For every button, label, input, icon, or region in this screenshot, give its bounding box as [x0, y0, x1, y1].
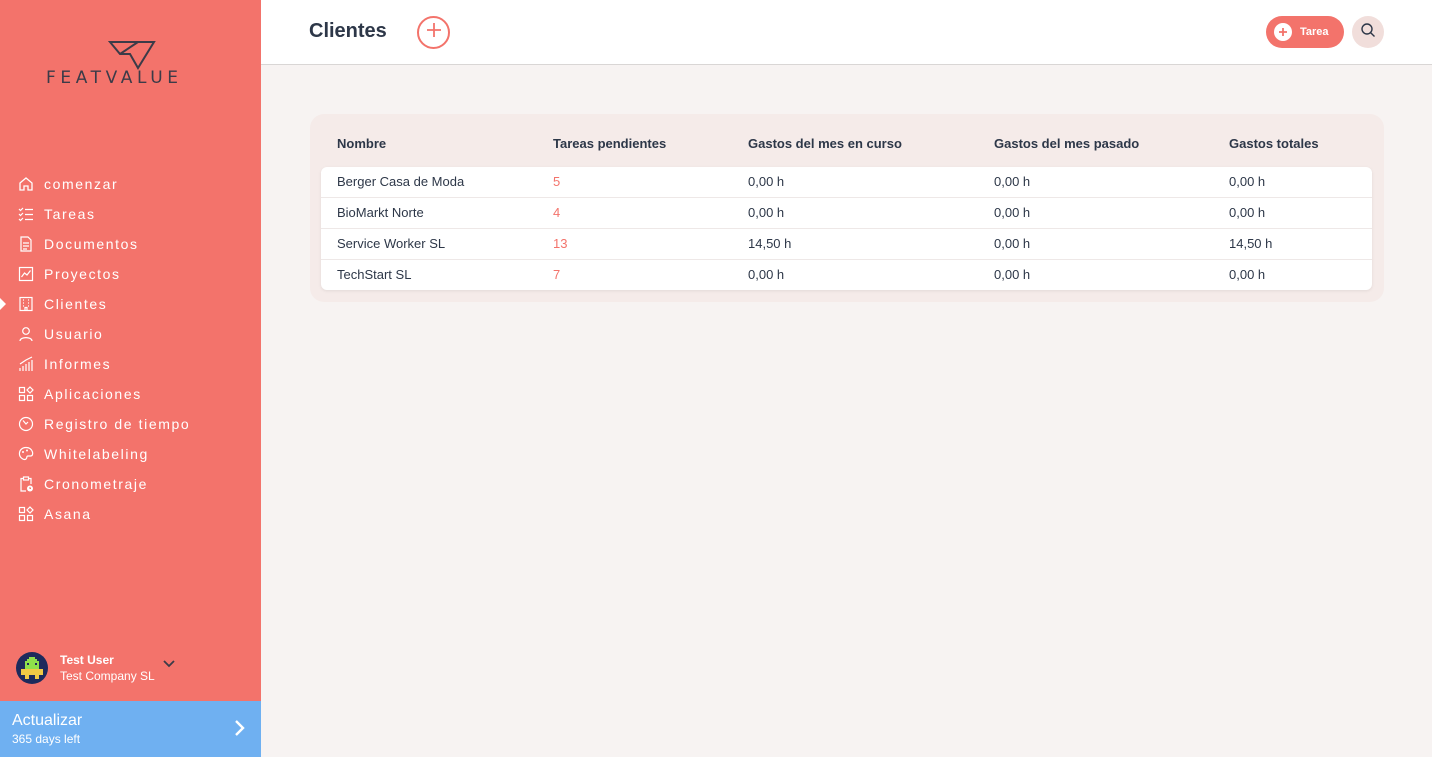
sidebar-item-clientes[interactable]: Clientes: [0, 289, 261, 319]
reports-icon: [17, 355, 35, 373]
clients-table: Nombre Tareas pendientes Gastos del mes …: [310, 114, 1384, 302]
user-icon: [17, 325, 35, 343]
clipboard-clock-icon: [17, 475, 35, 493]
table-header: Nombre Tareas pendientes Gastos del mes …: [310, 114, 1384, 166]
palette-icon: [17, 445, 35, 463]
upgrade-title: Actualizar: [12, 712, 83, 729]
total-expenses: 14,50 h: [1229, 236, 1273, 251]
column-header-gastos-mes-pasado[interactable]: Gastos del mes pasado: [994, 136, 1139, 151]
current-month-expenses: 0,00 h: [748, 205, 785, 220]
document-icon: [17, 235, 35, 253]
pending-tasks[interactable]: 7: [553, 267, 560, 282]
client-name[interactable]: Berger Casa de Moda: [337, 174, 464, 189]
last-month-expenses: 0,00 h: [994, 236, 1031, 251]
column-header-gastos-totales[interactable]: Gastos totales: [1229, 136, 1319, 151]
column-header-gastos-mes-en-curso[interactable]: Gastos del mes en curso: [748, 136, 902, 151]
timer-icon: [17, 415, 35, 433]
total-expenses: 0,00 h: [1229, 205, 1266, 220]
table-row[interactable]: Service Worker SL 13 14,50 h 0,00 h 14,5…: [321, 229, 1372, 260]
sidebar-nav: comenzar Tareas Documentos Proyectos Cli…: [0, 169, 261, 529]
user-menu[interactable]: Test User Test Company SL: [16, 652, 175, 684]
sidebar-item-registro-de-tiempo[interactable]: Registro de tiempo: [0, 409, 261, 439]
sidebar: FEATVALUE comenzar Tareas Documentos Pro…: [0, 0, 261, 757]
sidebar-item-label: Registro de tiempo: [44, 416, 191, 432]
sidebar-item-label: Proyectos: [44, 266, 121, 282]
current-month-expenses: 14,50 h: [748, 236, 792, 251]
sidebar-item-informes[interactable]: Informes: [0, 349, 261, 379]
search-icon: [1360, 22, 1376, 43]
logo-text: FEATVALUE: [46, 68, 183, 88]
building-icon: [17, 295, 35, 313]
logo-mark-icon: [108, 41, 156, 70]
pending-tasks[interactable]: 4: [553, 205, 560, 220]
sidebar-item-documentos[interactable]: Documentos: [0, 229, 261, 259]
sidebar-item-label: Asana: [44, 506, 92, 522]
client-name[interactable]: Service Worker SL: [337, 236, 445, 251]
home-icon: [17, 175, 35, 193]
table-body: Berger Casa de Moda 5 0,00 h 0,00 h 0,00…: [321, 167, 1372, 290]
sidebar-item-cronometraje[interactable]: Cronometraje: [0, 469, 261, 499]
sidebar-item-label: Whitelabeling: [44, 446, 149, 462]
client-name[interactable]: BioMarkt Norte: [337, 205, 424, 220]
plus-icon: [426, 22, 442, 43]
last-month-expenses: 0,00 h: [994, 174, 1031, 189]
sidebar-item-aplicaciones[interactable]: Aplicaciones: [0, 379, 261, 409]
table-row[interactable]: Berger Casa de Moda 5 0,00 h 0,00 h 0,00…: [321, 167, 1372, 198]
sidebar-item-comenzar[interactable]: comenzar: [0, 169, 261, 199]
upgrade-banner[interactable]: Actualizar 365 days left: [0, 701, 261, 757]
last-month-expenses: 0,00 h: [994, 267, 1031, 282]
new-task-button[interactable]: Tarea: [1266, 16, 1344, 48]
sidebar-item-label: Documentos: [44, 236, 139, 252]
sidebar-item-usuario[interactable]: Usuario: [0, 319, 261, 349]
plus-icon: [1274, 23, 1292, 41]
total-expenses: 0,00 h: [1229, 267, 1266, 282]
apps-icon: [17, 505, 35, 523]
chevron-down-icon[interactable]: [163, 655, 175, 673]
chevron-right-icon: [234, 719, 245, 742]
sidebar-item-label: Cronometraje: [44, 476, 149, 492]
avatar: [16, 652, 48, 684]
new-task-label: Tarea: [1300, 26, 1329, 38]
apps-icon: [17, 385, 35, 403]
sidebar-item-label: Clientes: [44, 296, 108, 312]
last-month-expenses: 0,00 h: [994, 205, 1031, 220]
sidebar-item-asana[interactable]: Asana: [0, 499, 261, 529]
sidebar-item-label: Aplicaciones: [44, 386, 142, 402]
user-name: Test User: [60, 652, 114, 667]
page-title: Clientes: [309, 20, 387, 42]
column-header-tareas-pendientes[interactable]: Tareas pendientes: [553, 136, 666, 151]
table-row[interactable]: BioMarkt Norte 4 0,00 h 0,00 h 0,00 h: [321, 198, 1372, 229]
table-row[interactable]: TechStart SL 7 0,00 h 0,00 h 0,00 h: [321, 260, 1372, 291]
column-header-nombre[interactable]: Nombre: [337, 136, 386, 151]
pending-tasks[interactable]: 5: [553, 174, 560, 189]
sidebar-item-label: Usuario: [44, 326, 104, 342]
client-name[interactable]: TechStart SL: [337, 267, 411, 282]
sidebar-item-label: Informes: [44, 356, 112, 372]
featvalue-logo[interactable]: FEATVALUE: [46, 40, 221, 90]
search-button[interactable]: [1352, 16, 1384, 48]
add-client-button[interactable]: [417, 16, 450, 49]
pending-tasks[interactable]: 13: [553, 236, 567, 251]
checklist-icon: [17, 205, 35, 223]
sidebar-item-label: Tareas: [44, 206, 96, 222]
sidebar-item-whitelabeling[interactable]: Whitelabeling: [0, 439, 261, 469]
chart-icon: [17, 265, 35, 283]
sidebar-item-tareas[interactable]: Tareas: [0, 199, 261, 229]
user-company: Test Company SL: [60, 668, 155, 683]
current-month-expenses: 0,00 h: [748, 267, 785, 282]
sidebar-item-label: comenzar: [44, 176, 119, 192]
top-header: Clientes Tarea: [261, 0, 1432, 65]
current-month-expenses: 0,00 h: [748, 174, 785, 189]
sidebar-item-proyectos[interactable]: Proyectos: [0, 259, 261, 289]
upgrade-days-left: 365 days left: [12, 732, 81, 746]
total-expenses: 0,00 h: [1229, 174, 1266, 189]
